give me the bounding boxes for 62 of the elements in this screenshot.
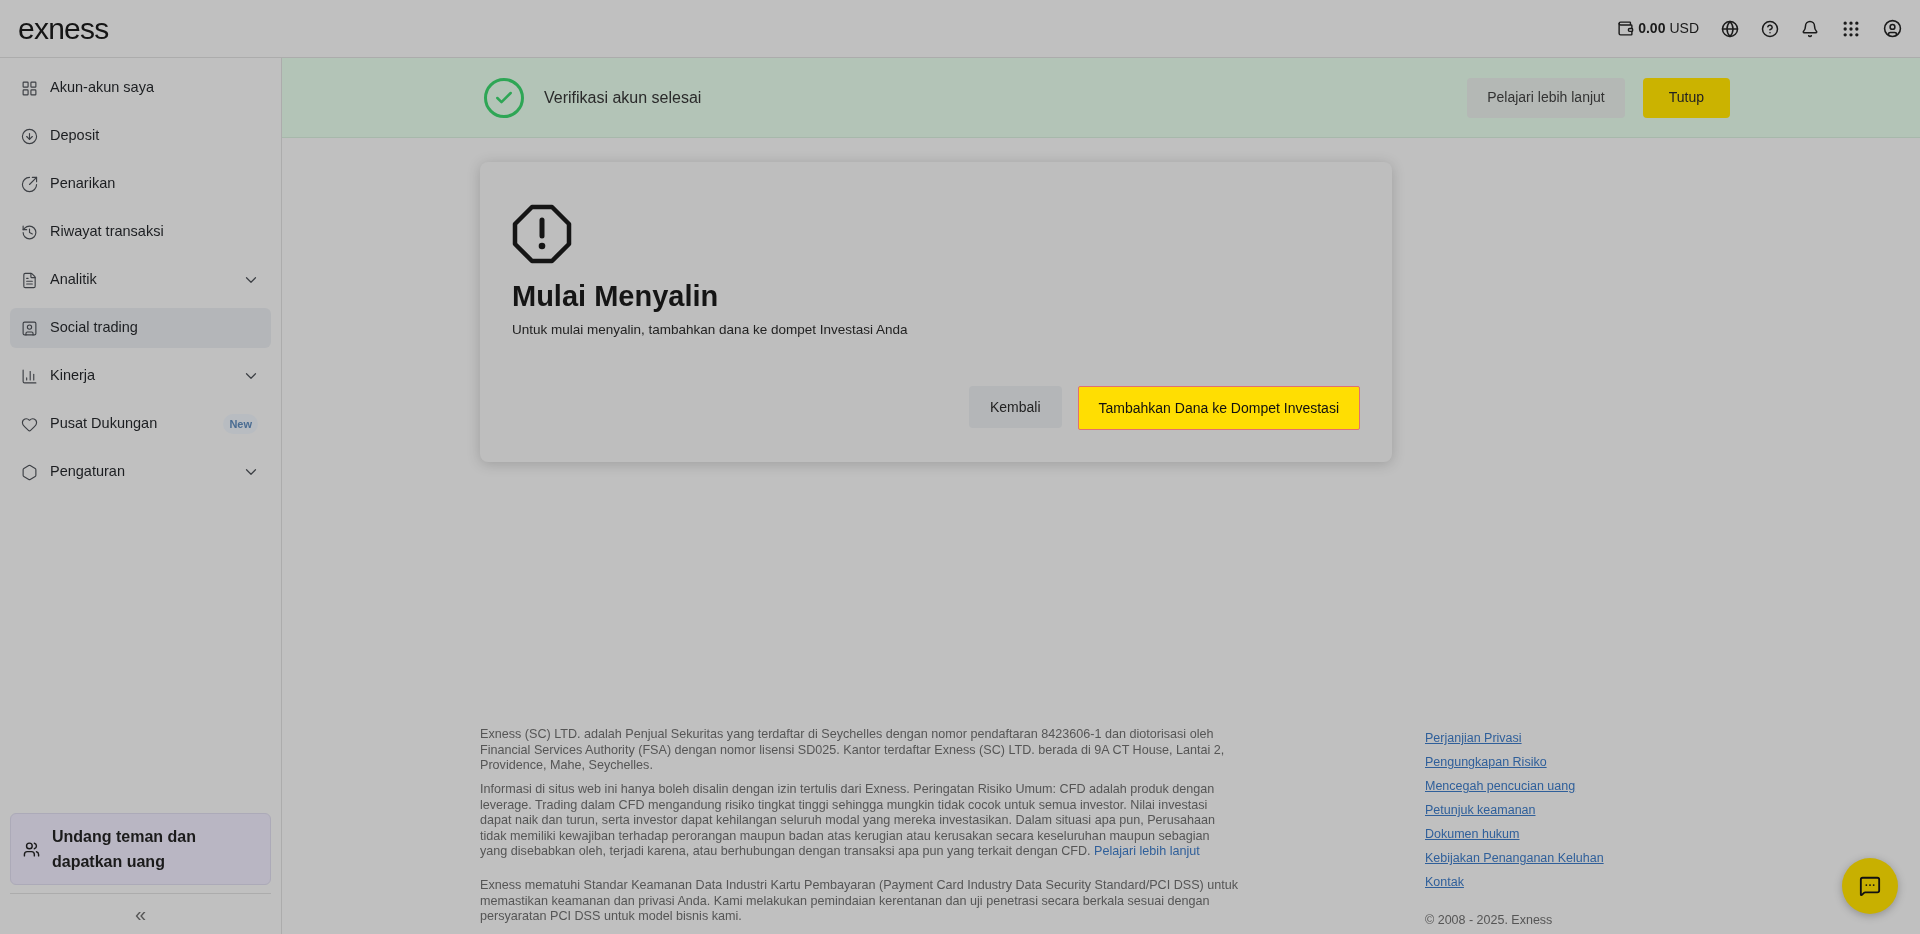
collapse-sidebar-button[interactable]: « [134,904,147,924]
sidebar-item[interactable]: Deposit [10,116,271,156]
sidebar-item[interactable]: Riwayat transaksi [10,212,271,252]
sidebar-label: Analitik [50,270,97,290]
sidebar-label: Deposit [50,126,100,146]
sidebar-label: Kinerja [50,366,96,386]
logo[interactable]: exness [18,13,109,44]
add-funds-button[interactable]: Tambahkan Dana ke Dompet Investasi [1077,386,1360,430]
warning-octagon-icon [512,204,572,264]
sidebar-item[interactable]: Pusat Dukungan New [10,404,271,444]
learn-more-button[interactable]: Pelajari lebih lanjut [1467,77,1625,118]
globe-icon[interactable] [1721,19,1739,38]
dialog-text: Untuk mulai menyalin, tambahkan dana ke dompet Investasi Anda [512,321,909,339]
sidebar-label: Pusat Dukungan [50,414,158,434]
footer-link[interactable]: Perjanjian Privasi [1425,729,1604,748]
notification-icon[interactable] [1801,19,1819,38]
wallet-icon [1617,20,1635,37]
banner-message: Verifikasi akun selesai [544,87,702,108]
footer-link[interactable]: Kebijakan Penanganan Keluhan [1425,849,1604,868]
sidebar-item[interactable]: Pengaturan [10,452,271,492]
sidebar-item[interactable]: Akun-akun saya [10,68,271,108]
legal-paragraph: Exness (SC) LTD. adalah Penjual Sekuritas yang terdaftar di Seychelles dengan nomor pendaftaran 8423606-1 dan diotorisasi oleh Financial Services Authority (FSA) dengan nomor lisensi SD025. Kantor terdaftar Exness (SC) LTD. berada di 9A CT House, Lantai 2, Providence, Mahe, Seychelles. [480,727,1226,775]
sidebar-label: Penarikan [50,174,116,194]
profile-icon[interactable] [1883,19,1902,38]
back-button[interactable]: Kembali [968,386,1062,428]
heart-icon [21,415,38,433]
users-icon [23,840,40,858]
sidebar-label: Akun-akun saya [50,78,154,98]
sidebar-item[interactable]: Social trading [10,308,271,348]
document-icon [21,271,38,289]
sidebar-label: Pengaturan [50,462,125,482]
history-icon [21,223,38,241]
sidebar-item[interactable]: Kinerja [10,356,271,396]
balance-amount: 0.00 [1638,19,1666,38]
help-icon[interactable] [1761,19,1779,38]
sidebar-item[interactable]: Analitik [10,260,271,300]
invite-card[interactable]: Undang teman dan dapatkan uang [10,813,271,885]
sidebar-label: Riwayat transaksi [50,222,164,242]
hexagon-icon [21,463,38,481]
footer-link[interactable]: Mencegah pencucian uang [1425,777,1604,796]
footer-link[interactable]: Petunjuk keamanan [1425,801,1604,820]
person-card-icon [21,319,38,337]
learn-more-link[interactable]: Pelajari lebih lanjut [1094,844,1200,859]
arrow-down-circle-icon [21,127,38,145]
legal-paragraph: Informasi di situs web ini hanya boleh disalin dengan izin tertulis dari Exness. Peringatan Risiko Umum: CFD adalah produk dengan leverage. Trading dalam CFD mengandung risiko tingkat tinggi sehingga mungkin tidak cocok untuk semua investor. Nilai investasi dapat naik dan turun, serta investor dapat kehilangan seluruh modal yang mereka investasikan. Dalam situasi apa pun, Perusahaan tidak memiliki kewajiban terhadap perorangan maupun badan atas kerugian atau kerusakan secara keseluruhan maupun sebagian yang disebabkan oleh, terjadi karena, atau berhubungan dengan transaksi apa pun yang terkait dengan CFD. Pelajari lebih lanjut [480,782,1217,860]
balance-currency: USD [1669,19,1699,38]
bar-chart-icon [21,367,38,385]
grid-icon [21,79,38,97]
sidebar-label: Social trading [50,318,138,338]
sidebar-item[interactable]: Penarikan [10,164,271,204]
footer-link[interactable]: Pengungkapan Risiko [1425,753,1604,772]
footer-link[interactable]: Kontak [1425,873,1604,892]
chat-icon [1859,875,1881,897]
footer-link[interactable]: Dokumen hukum [1425,825,1604,844]
invite-text: Undang teman dan dapatkan uang [52,827,197,872]
dialog-title: Mulai Menyalin [512,279,720,314]
arrow-up-right-circle-icon [21,175,38,193]
chat-button[interactable] [1842,858,1898,914]
close-button[interactable]: Tutup [1642,77,1730,118]
new-badge: New [223,413,258,435]
legal-paragraph: Exness mematuhi Standar Keamanan Data Industri Kartu Pembayaran (Payment Card Industry Data Security Standard/PCI DSS) untuk memastikan keamanan dan privasi Anda. Kami melakukan pemindaian kerentanan dan uji penetrasi secara berkala sesuai dengan persyaratan PCI DSS untuk model bisnis kami. [480,878,1240,925]
copyright: © 2008 - 2025. Exness [1425,912,1554,930]
